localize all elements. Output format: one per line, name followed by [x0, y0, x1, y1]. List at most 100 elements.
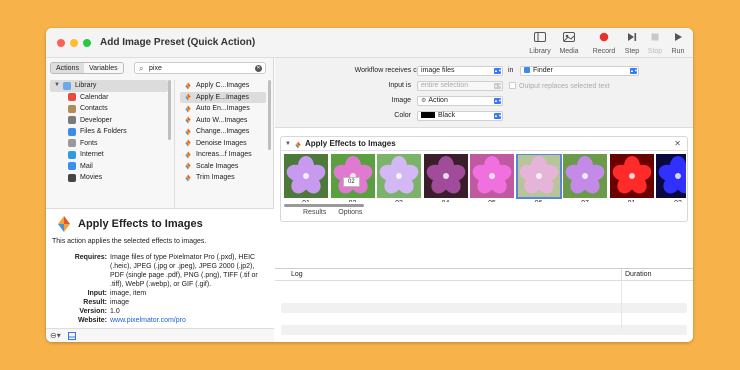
library-button[interactable]: Library	[525, 32, 555, 55]
hammer-icon	[68, 116, 76, 125]
sidebar-item-mail[interactable]: Mail	[50, 161, 168, 173]
input-value: image, item	[110, 290, 147, 297]
duration-column-header[interactable]: Duration	[625, 269, 651, 281]
zoom-window-button[interactable]	[83, 39, 91, 47]
tab-results[interactable]: Results	[303, 209, 326, 216]
color-popup[interactable]: Black ▲▼	[417, 111, 503, 121]
effect-thumbnail[interactable]	[470, 154, 514, 198]
requires-label: Requires:	[74, 254, 107, 261]
action-list-item[interactable]: Apply C...Images	[180, 80, 266, 92]
effect-thumbnail-label: 06	[517, 200, 561, 202]
column-separator	[621, 281, 622, 329]
image-popup[interactable]: ⚙ Action ▲▼	[417, 96, 503, 106]
window-title: Add Image Preset (Quick Action)	[100, 37, 256, 48]
minimize-window-button[interactable]	[70, 39, 78, 47]
sidebar-item-fonts[interactable]: Fonts	[50, 138, 168, 150]
action-list-item-label: Denoise Images	[196, 139, 247, 147]
input-is-popup-value: entire selection	[421, 82, 469, 89]
description-toggle-icon[interactable]	[68, 332, 76, 342]
application-popup[interactable]: Finder ▲▼	[520, 66, 639, 76]
search-input[interactable]: pixe	[149, 63, 162, 74]
sidebar-item-developer[interactable]: Developer	[50, 115, 168, 127]
media-button[interactable]: Media	[554, 32, 584, 55]
folder-icon	[62, 81, 71, 90]
input-is-label: Input is	[388, 82, 411, 89]
effect-thumbnail[interactable]	[563, 154, 607, 198]
run-button-label: Run	[671, 48, 685, 55]
action-list-item-label: Apply E...Images	[196, 93, 249, 101]
action-header[interactable]: ▼ Apply Effects to Images ✕	[281, 137, 687, 151]
tab-variables[interactable]: Variables	[84, 63, 123, 73]
action-list: Apply C...Images Apply E...Images Auto En.…	[180, 80, 266, 208]
library-scrollbar[interactable]	[168, 80, 171, 140]
gear-icon: ⚙	[421, 98, 427, 104]
tab-options[interactable]: Options	[338, 209, 362, 216]
pixelmator-icon	[184, 174, 192, 182]
remove-action-icon[interactable]: ✕	[674, 137, 681, 151]
effect-thumbnail[interactable]	[515, 154, 562, 199]
effect-thumbnail[interactable]	[609, 154, 654, 198]
log-row	[281, 303, 687, 313]
close-window-button[interactable]	[57, 39, 65, 47]
effect-thumbnail-label: 01	[610, 200, 654, 202]
disclosure-triangle-icon[interactable]: ▼	[54, 80, 60, 91]
sidebar-item-internet[interactable]: Internet	[50, 149, 168, 161]
clear-search-icon[interactable]: ✕	[255, 65, 262, 72]
website-link[interactable]: www.pixelmator.com/pro	[110, 317, 186, 324]
sidebar-item-calendar[interactable]: Calendar	[50, 92, 168, 104]
effect-thumbnail[interactable]	[423, 154, 468, 198]
input-is-popup[interactable]: entire selection ▲▼	[417, 81, 503, 91]
sidebar-item-label: Contacts	[80, 105, 108, 113]
sidebar-item-label: Library	[74, 82, 97, 90]
action-list-item[interactable]: Increas...f Images	[180, 149, 266, 161]
run-button[interactable]: Run	[663, 32, 693, 55]
effect-thumbnail-label: 07	[563, 200, 607, 202]
record-button[interactable]: Record	[589, 32, 619, 55]
pixelmator-icon	[184, 82, 192, 90]
color-swatch	[421, 112, 435, 118]
action-metadata: Requires: Image files of type Pixelmator …	[52, 253, 268, 325]
play-icon	[663, 32, 693, 46]
action-list-item[interactable]: Trim Images	[180, 172, 266, 184]
action-list-item-label: Trim Images	[196, 174, 235, 182]
workflow-header: Workflow receives current image files ▲▼…	[275, 58, 693, 128]
title-bar: Add Image Preset (Quick Action) Library …	[46, 28, 693, 58]
effect-thumbnail[interactable]	[330, 154, 375, 198]
action-list-item[interactable]: Denoise Images	[180, 138, 266, 150]
sidebar-item-files-folders[interactable]: Files & Folders	[50, 126, 168, 138]
action-list-item[interactable]: Apply E...Images	[180, 91, 266, 103]
action-scrollbar[interactable]	[268, 80, 271, 150]
output-replaces-label: Output replaces selected text	[519, 83, 610, 90]
library-segmented-control[interactable]: Actions Variables	[50, 62, 124, 74]
image-label: Image	[391, 97, 411, 104]
pixelmator-icon	[184, 128, 192, 136]
version-value: 1.0	[110, 308, 120, 315]
action-list-item[interactable]: Scale Images	[180, 161, 266, 173]
sidebar-item-label: Mail	[80, 162, 93, 170]
effect-thumbnail-label: 01	[284, 200, 328, 202]
effect-thumbnail[interactable]	[656, 154, 686, 198]
sidebar-item-movies[interactable]: Movies	[50, 172, 168, 184]
action-list-item[interactable]: Auto W...Images	[180, 115, 266, 127]
sidebar-item-contacts[interactable]: Contacts	[50, 103, 168, 115]
effect-thumbnail[interactable]	[377, 154, 421, 198]
tab-actions[interactable]: Actions	[51, 63, 84, 73]
receives-popup[interactable]: image files ▲▼	[417, 66, 503, 76]
effect-thumbnail[interactable]	[284, 154, 328, 198]
action-list-item[interactable]: Auto En...Images	[180, 103, 266, 115]
output-replaces-checkbox[interactable]: Output replaces selected text	[509, 82, 610, 90]
search-field[interactable]: ⌕ pixe ✕	[134, 62, 266, 74]
disclosure-triangle-icon[interactable]: ▼	[285, 137, 291, 151]
action-menu-icon[interactable]: ⊖▾	[50, 331, 61, 340]
effect-thumbnail-label: 05	[470, 200, 514, 202]
sidebar-item-library[interactable]: ▼ Library	[50, 80, 168, 92]
popup-arrow-icon: ▲▼	[494, 68, 502, 74]
checkbox-box	[509, 82, 516, 89]
thumbnail-scrollbar[interactable]	[284, 204, 364, 207]
pixelmator-icon	[184, 105, 192, 113]
log-column-header[interactable]: Log	[291, 269, 303, 281]
input-label: Input:	[87, 290, 107, 297]
action-list-item[interactable]: Change...Images	[180, 126, 266, 138]
workflow-pane: Workflow receives current image files ▲▼…	[275, 58, 693, 342]
record-button-label: Record	[592, 48, 616, 55]
